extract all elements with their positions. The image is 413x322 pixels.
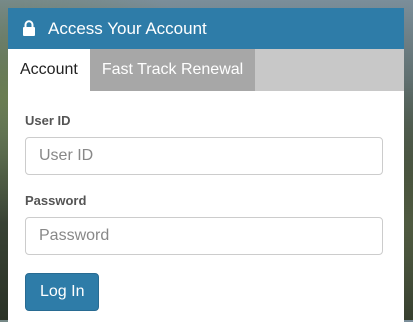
- password-input[interactable]: [25, 217, 383, 255]
- user-id-input[interactable]: [25, 137, 383, 175]
- tab-bar: Account Fast Track Renewal: [8, 49, 404, 91]
- lock-icon: [22, 19, 38, 38]
- login-form: User ID Password Log In: [8, 113, 404, 311]
- login-panel: Access Your Account Account Fast Track R…: [8, 8, 404, 322]
- password-label: Password: [25, 193, 87, 208]
- tab-account[interactable]: Account: [8, 49, 90, 91]
- panel-title: Access Your Account: [48, 18, 207, 38]
- user-id-label: User ID: [25, 113, 71, 128]
- log-in-button[interactable]: Log In: [25, 273, 100, 311]
- panel-header: Access Your Account: [8, 8, 404, 49]
- tab-fast-track-renewal[interactable]: Fast Track Renewal: [89, 49, 256, 91]
